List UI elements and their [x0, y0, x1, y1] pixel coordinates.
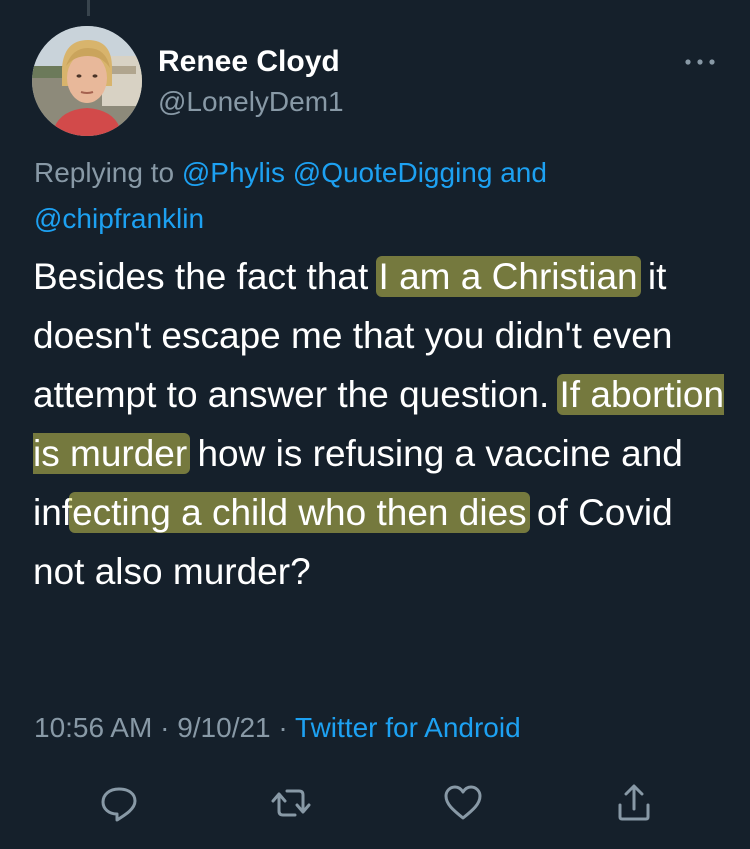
- tweet-source-link[interactable]: Twitter for Android: [295, 712, 521, 743]
- meta-separator: ·: [278, 712, 288, 743]
- avatar[interactable]: [32, 26, 142, 136]
- mention-link-chipfranklin[interactable]: @chipfranklin: [34, 203, 204, 234]
- ellipsis-icon[interactable]: [680, 50, 720, 74]
- mention-link-phylis[interactable]: @Phylis: [182, 157, 285, 188]
- thread-connector-line: [87, 0, 90, 16]
- retweet-icon[interactable]: [269, 781, 313, 825]
- highlighted-text: ecting a child who then dies: [69, 492, 530, 533]
- like-icon[interactable]: [441, 781, 485, 825]
- tweet-text-segment: Besides the fact that: [33, 256, 379, 297]
- reply-icon[interactable]: [97, 781, 141, 825]
- reply-context: Replying to @Phylis @QuoteDigging and @c…: [34, 150, 724, 242]
- mention-link-quotedigging[interactable]: @QuoteDigging: [293, 157, 493, 188]
- author-handle[interactable]: @LonelyDem1: [158, 84, 344, 120]
- mention-conjunction[interactable]: and: [500, 157, 547, 188]
- replying-to-label: Replying to: [34, 157, 175, 188]
- meta-separator: ·: [160, 712, 170, 743]
- tweet-action-bar: [0, 775, 750, 825]
- author-display-name[interactable]: Renee Cloyd: [158, 44, 340, 80]
- profile-photo: [32, 26, 142, 136]
- tweet-time[interactable]: 10:56 AM: [34, 712, 152, 743]
- share-icon[interactable]: [612, 781, 656, 825]
- highlighted-text: I am a Christian: [375, 256, 641, 297]
- tweet-date[interactable]: 9/10/21: [177, 712, 270, 743]
- tweet-text: Besides the fact that I am a Christian i…: [33, 247, 733, 601]
- tweet-meta: 10:56 AM · 9/10/21 · Twitter for Android: [34, 708, 521, 748]
